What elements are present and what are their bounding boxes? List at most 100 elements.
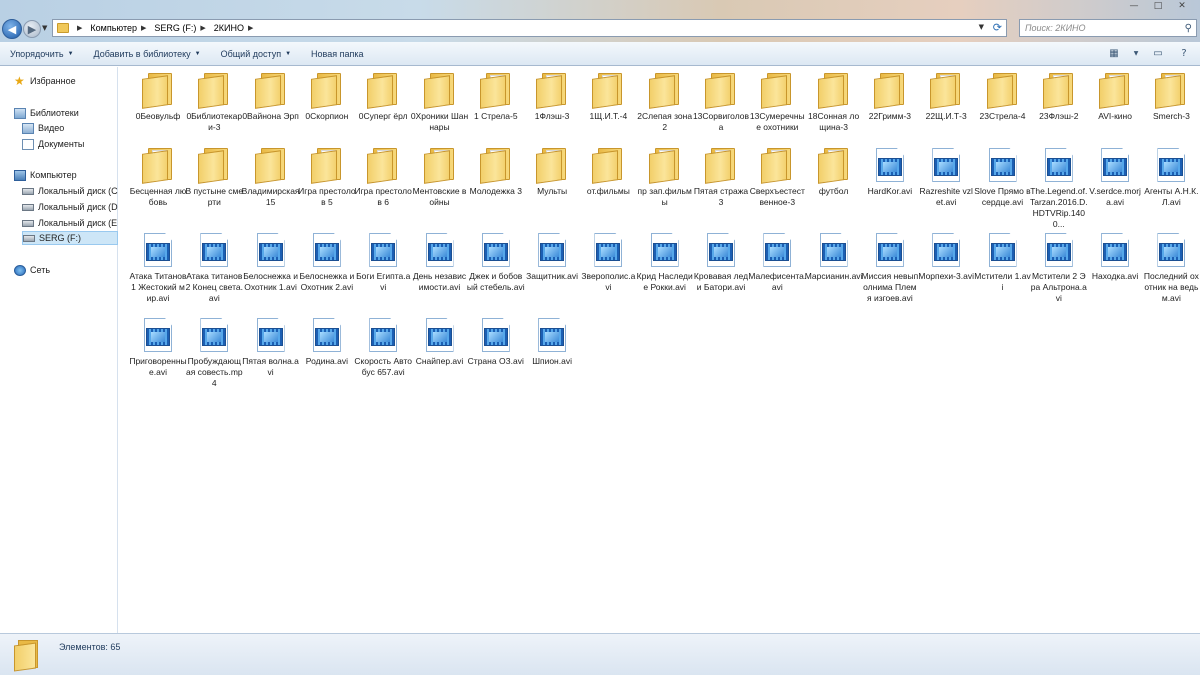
list-item[interactable]: Smerch-3 bbox=[1142, 73, 1200, 122]
address-history-dropdown[interactable]: ▼ bbox=[979, 23, 984, 31]
breadcrumb-2kino[interactable]: 2КИНО ▶ bbox=[214, 23, 258, 33]
breadcrumb-sep-0[interactable]: ▶ bbox=[73, 24, 86, 32]
list-item[interactable]: 18Сонная лощина-3 bbox=[805, 73, 863, 133]
list-item[interactable]: Пятая стража 3 bbox=[692, 148, 750, 208]
refresh-icon[interactable]: ⟳ bbox=[993, 21, 1002, 34]
breadcrumb-serg[interactable]: SERG (F:) ▶ bbox=[154, 23, 209, 33]
list-item[interactable]: 13Сорвиголова bbox=[692, 73, 750, 133]
list-item[interactable]: Последний охотник на ведьм.avi bbox=[1142, 233, 1200, 304]
list-item[interactable]: Владимирская 15 bbox=[242, 148, 300, 208]
search-icon[interactable]: ⚲ bbox=[1185, 21, 1192, 37]
list-item[interactable]: Ментовские войны bbox=[411, 148, 469, 208]
list-item[interactable]: футбол bbox=[805, 148, 863, 197]
sidebar-item-disk-e[interactable]: Локальный диск (E bbox=[22, 216, 118, 230]
list-item[interactable]: В пустыне смерти bbox=[185, 148, 243, 208]
list-item[interactable]: 22Гримм-3 bbox=[861, 73, 919, 122]
new-folder-button[interactable]: Новая папка bbox=[301, 42, 373, 66]
list-item[interactable]: 13Сумеречные охотники bbox=[748, 73, 806, 133]
sidebar-item-documents[interactable]: Документы bbox=[22, 137, 118, 151]
list-item[interactable]: Боги Египта.avi bbox=[354, 233, 412, 293]
list-item[interactable]: 1Щ.И.Т.-4 bbox=[579, 73, 637, 122]
back-button[interactable]: ◀ bbox=[2, 19, 22, 39]
sidebar-item-video[interactable]: Видео bbox=[22, 121, 118, 135]
list-item[interactable]: 0Суперг ёрл bbox=[354, 73, 412, 122]
sidebar-item-computer[interactable]: Компьютер bbox=[14, 168, 118, 182]
list-item[interactable]: Находка.avi bbox=[1086, 233, 1144, 282]
list-item[interactable]: Пробуждающая совесть.mp4 bbox=[185, 318, 243, 389]
list-item[interactable]: Агенты А.Н.К.Л.avi bbox=[1142, 148, 1200, 208]
list-item[interactable]: Крид Наследие Рокки.avi bbox=[636, 233, 694, 293]
list-item[interactable]: 0Скорпион bbox=[298, 73, 356, 122]
list-item[interactable]: Сверхъестественное-3 bbox=[748, 148, 806, 208]
address-bar[interactable]: ▶ Компьютер ▶ SERG (F:) ▶ 2КИНО ▶ ▼ ⟳ bbox=[52, 19, 1007, 37]
list-item[interactable]: AVI-кино bbox=[1086, 73, 1144, 122]
list-item[interactable]: Slove Прямо в сердце.avi bbox=[974, 148, 1032, 208]
list-item[interactable]: Атака Титанов 1 Жестокий мир.avi bbox=[129, 233, 187, 304]
sidebar-item-disk-c[interactable]: Локальный диск (C bbox=[22, 184, 118, 198]
forward-button[interactable]: ▶ bbox=[23, 20, 41, 38]
list-item[interactable]: Белоснежка и Охотник 2.avi bbox=[298, 233, 356, 293]
add-to-library-button[interactable]: Добавить в библиотеку ▼ bbox=[84, 42, 211, 66]
maximize-button[interactable]: □ bbox=[1146, 0, 1170, 14]
close-button[interactable]: ✕ bbox=[1170, 0, 1194, 14]
list-item[interactable]: День независимости.avi bbox=[411, 233, 469, 293]
sidebar-item-libraries[interactable]: Библиотеки bbox=[14, 106, 118, 120]
list-item[interactable]: 22Щ.И.Т-3 bbox=[917, 73, 975, 122]
list-item[interactable]: Джек и бобовый стебель.avi bbox=[467, 233, 525, 293]
list-item[interactable]: Кровавая леди Батори.avi bbox=[692, 233, 750, 293]
list-item[interactable]: 1 Стрела-5 bbox=[467, 73, 525, 122]
video-file-icon bbox=[818, 233, 850, 267]
view-options-icon[interactable]: ▦ bbox=[1106, 46, 1122, 62]
list-item[interactable]: Молодежка 3 bbox=[467, 148, 525, 197]
list-item[interactable]: V.serdce.morja.avi bbox=[1086, 148, 1144, 208]
breadcrumb-computer[interactable]: Компьютер ▶ bbox=[90, 23, 150, 33]
sidebar-item-disk-d[interactable]: Локальный диск (D bbox=[22, 200, 118, 214]
list-item[interactable]: 0Беовульф bbox=[129, 73, 187, 122]
organize-button[interactable]: Упорядочить ▼ bbox=[0, 42, 84, 66]
sidebar-item-favorites[interactable]: ★ Избранное bbox=[14, 74, 118, 88]
list-item[interactable]: Мстители 2 Эра Альтрона.avi bbox=[1030, 233, 1088, 304]
list-item[interactable]: Атака титанов 2 Конец света.avi bbox=[185, 233, 243, 304]
list-item[interactable]: от.фильмы bbox=[579, 148, 637, 197]
list-item[interactable]: Шпион.avi bbox=[523, 318, 581, 367]
list-item[interactable]: Приговоренные.avi bbox=[129, 318, 187, 378]
list-item[interactable]: Родина.avi bbox=[298, 318, 356, 367]
list-item[interactable]: HardKor.avi bbox=[861, 148, 919, 197]
list-item[interactable]: Бесценная любовь bbox=[129, 148, 187, 208]
list-item[interactable]: Марсианин.avi bbox=[805, 233, 863, 282]
list-item[interactable]: Белоснежка и Охотник 1.avi bbox=[242, 233, 300, 293]
list-item[interactable]: The.Legend.of.Tarzan.2016.D.HDTVRip.1400… bbox=[1030, 148, 1088, 230]
help-icon[interactable]: ? bbox=[1176, 46, 1192, 62]
list-item[interactable]: Снайпер.avi bbox=[411, 318, 469, 367]
list-item[interactable]: Защитник.avi bbox=[523, 233, 581, 282]
list-item[interactable]: 0Хроники Шаннары bbox=[411, 73, 469, 133]
list-item[interactable]: Миссия невыполнима Племя изгоев.avi bbox=[861, 233, 919, 304]
sidebar-item-serg[interactable]: SERG (F:) bbox=[22, 231, 118, 245]
sidebar-item-network[interactable]: Сеть bbox=[14, 263, 118, 277]
minimize-button[interactable]: — bbox=[1122, 0, 1146, 14]
list-item[interactable]: 23Флэш-2 bbox=[1030, 73, 1088, 122]
list-item[interactable]: Зверополис.avi bbox=[579, 233, 637, 293]
list-item[interactable]: Мульты bbox=[523, 148, 581, 197]
list-item[interactable]: Морпехи-3.avi bbox=[917, 233, 975, 282]
list-item[interactable]: Малефисента.avi bbox=[748, 233, 806, 293]
list-item[interactable]: 0Вайнона Эрп bbox=[242, 73, 300, 122]
list-item[interactable]: 23Стрела-4 bbox=[974, 73, 1032, 122]
file-name-label: Скорость Автобус 657.avi bbox=[354, 356, 412, 377]
list-item[interactable]: Игра престолов 6 bbox=[354, 148, 412, 208]
list-item[interactable]: 0Библиотекари-3 bbox=[185, 73, 243, 133]
list-item[interactable]: Страна ОЗ.avi bbox=[467, 318, 525, 367]
list-item[interactable]: Мстители 1.avi bbox=[974, 233, 1032, 293]
list-item[interactable]: Пятая волна.avi bbox=[242, 318, 300, 378]
list-item[interactable]: 2Слепая зона 2 bbox=[636, 73, 694, 133]
list-item[interactable]: Razreshite vzlet.avi bbox=[917, 148, 975, 208]
view-dropdown-icon[interactable]: ▼ bbox=[1132, 46, 1140, 62]
preview-pane-icon[interactable]: ▭ bbox=[1150, 46, 1166, 62]
recent-pages-dropdown[interactable]: ▼ bbox=[42, 24, 50, 34]
list-item[interactable]: Игра престолов 5 bbox=[298, 148, 356, 208]
list-item[interactable]: пр зап.фильмы bbox=[636, 148, 694, 208]
list-item[interactable]: Скорость Автобус 657.avi bbox=[354, 318, 412, 378]
list-item[interactable]: 1Флэш-3 bbox=[523, 73, 581, 122]
search-input[interactable]: Поиск: 2КИНО ⚲ bbox=[1019, 19, 1197, 37]
share-button[interactable]: Общий доступ ▼ bbox=[211, 42, 301, 66]
